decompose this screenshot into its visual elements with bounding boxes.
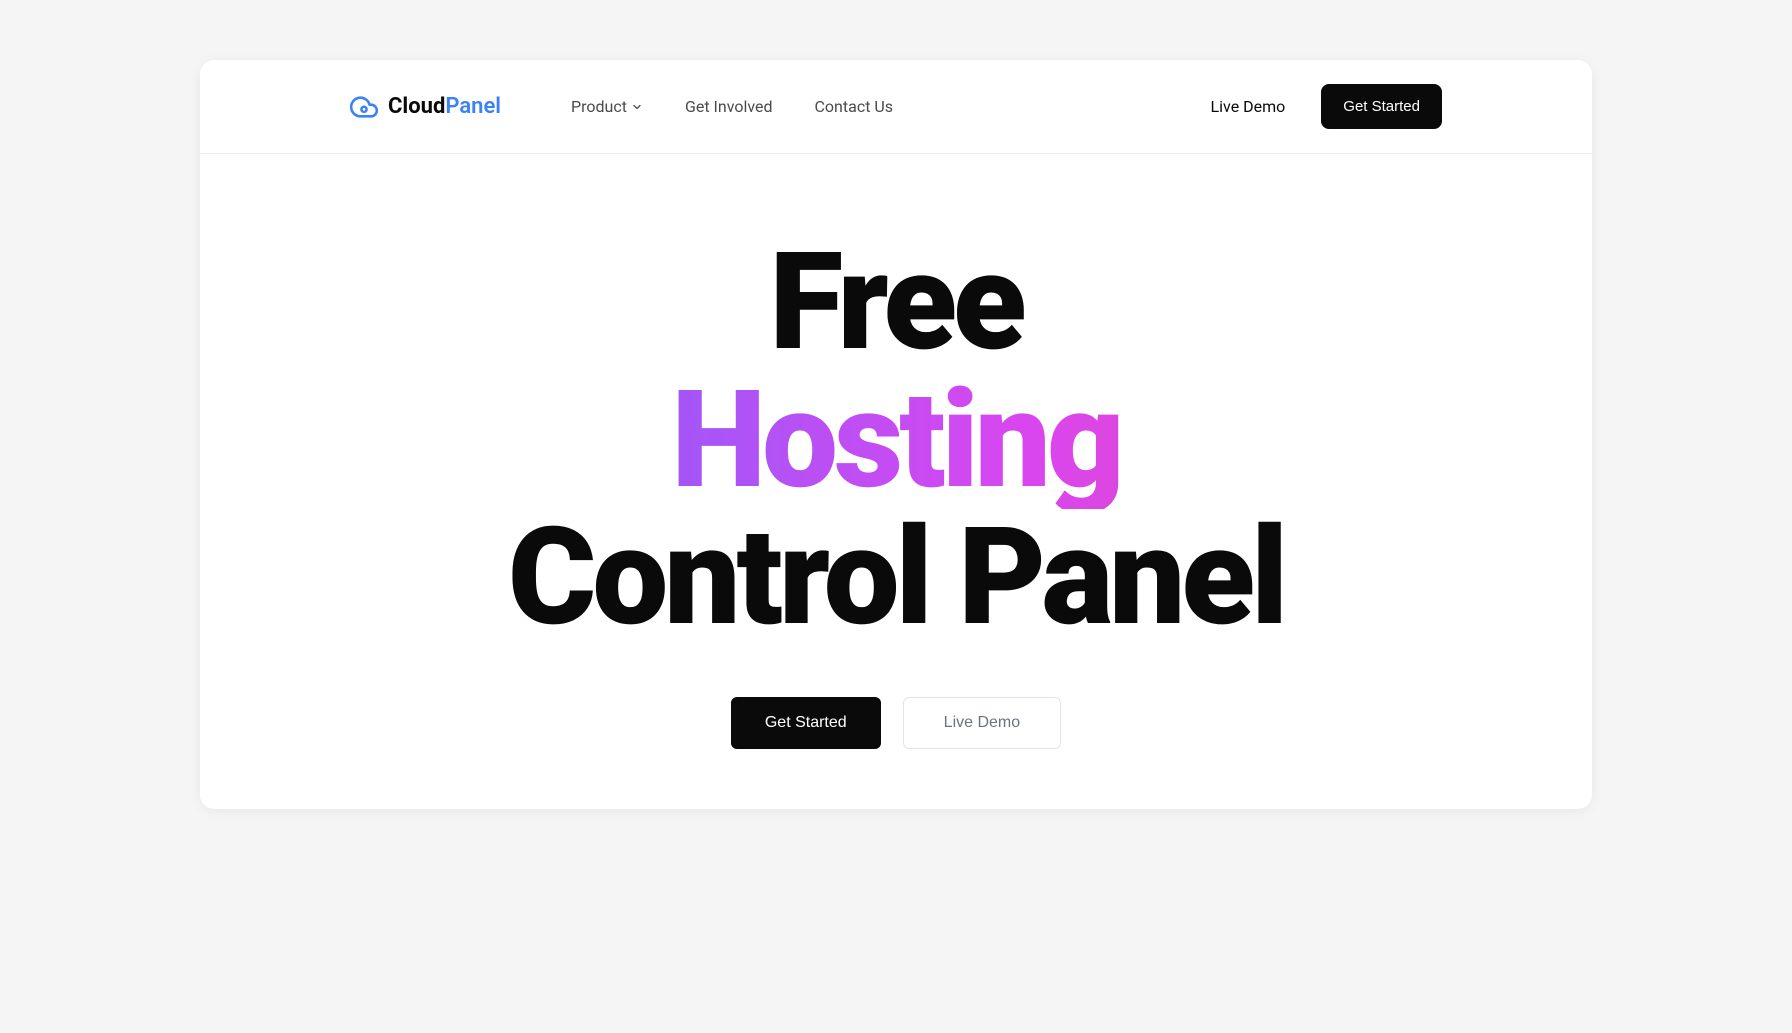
logo[interactable]: CloudPanel — [350, 93, 501, 121]
hero-get-started-button[interactable]: Get Started — [731, 697, 881, 749]
hero-title: Free Hosting Control Panel — [240, 234, 1552, 647]
hero-live-demo-button[interactable]: Live Demo — [903, 697, 1061, 749]
nav-get-involved[interactable]: Get Involved — [685, 97, 773, 116]
nav-product-label: Product — [571, 97, 627, 116]
chevron-down-icon — [631, 101, 643, 113]
hero-line-1: Free — [240, 234, 1552, 372]
hero-section: Free Hosting Control Panel Get Started L… — [200, 154, 1592, 809]
nav-contact-us[interactable]: Contact Us — [815, 97, 894, 116]
hero-line-3: Control Panel — [240, 509, 1552, 647]
main-card: CloudPanel Product Get Involved Contact … — [200, 60, 1592, 809]
header-actions: Live Demo Get Started — [1211, 84, 1442, 129]
main-nav: Product Get Involved Contact Us — [571, 97, 893, 116]
hero-actions: Get Started Live Demo — [240, 697, 1552, 749]
live-demo-link[interactable]: Live Demo — [1211, 97, 1286, 116]
header: CloudPanel Product Get Involved Contact … — [200, 60, 1592, 154]
get-started-button[interactable]: Get Started — [1321, 84, 1442, 129]
nav-product[interactable]: Product — [571, 97, 643, 116]
hero-line-2: Hosting — [240, 372, 1552, 510]
logo-text: CloudPanel — [388, 94, 501, 119]
cloud-icon — [350, 93, 378, 121]
